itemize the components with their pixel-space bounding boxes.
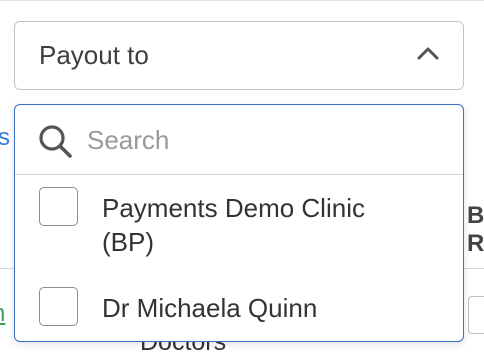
- background-cell-input[interactable]: [468, 296, 484, 334]
- chevron-up-icon[interactable]: [417, 45, 439, 61]
- page: s B R n Doctors Payout to Payments Demo …: [0, 0, 484, 362]
- option-label: Payments Demo Clinic (BP): [102, 193, 365, 257]
- payout-dropdown-menu: Payments Demo Clinic (BP) Dr Michaela Qu…: [14, 104, 464, 342]
- dropdown-option-payments-demo-clinic[interactable]: Payments Demo Clinic (BP): [15, 175, 463, 285]
- dropdown-search-input[interactable]: [87, 119, 437, 161]
- search-icon: [39, 125, 72, 158]
- background-link-fragment[interactable]: s: [0, 124, 10, 152]
- top-divider: [0, 0, 484, 1]
- background-column-header-line2: R: [467, 230, 484, 257]
- option-label: Dr Michaela Quinn: [102, 293, 318, 323]
- payout-to-label: Payout to: [39, 40, 149, 70]
- background-link-fragment-green[interactable]: n: [0, 300, 5, 328]
- dropdown-option-dr-michaela-quinn[interactable]: Dr Michaela Quinn: [15, 285, 463, 341]
- payout-to-select[interactable]: Payout to: [14, 21, 464, 90]
- background-column-header-line1: B: [467, 202, 484, 229]
- background-column-header: B R: [467, 202, 484, 258]
- option-checkbox[interactable]: [39, 187, 78, 226]
- dropdown-search-row: [15, 105, 463, 175]
- option-checkbox[interactable]: [39, 287, 78, 326]
